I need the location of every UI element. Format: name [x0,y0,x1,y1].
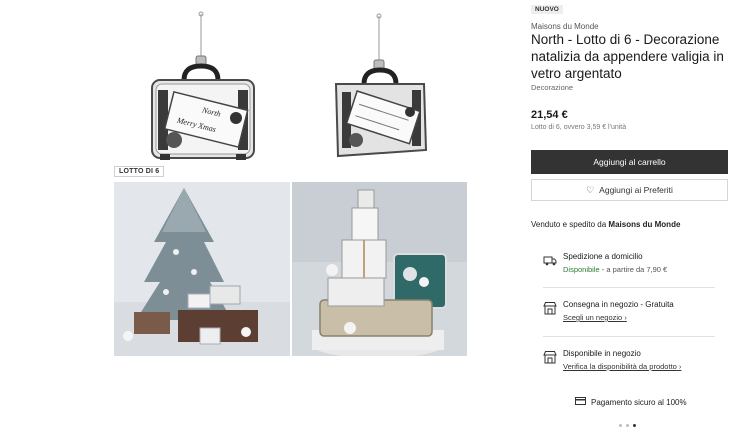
unit-price: Lotto di 6, ovvero 3,59 € l'unità [531,124,627,131]
chevron-right-icon: › [678,362,682,371]
seller-prefix: Venduto e spedito da [531,220,609,229]
truck-icon [543,253,557,267]
new-badge: NUOVO [531,5,563,14]
store-icon [543,301,557,315]
store-icon [543,350,557,364]
card-icon [575,397,586,407]
carousel-dot[interactable] [619,424,622,427]
divider [543,287,715,288]
store-delivery-title: Consegna in negozio - Gratuita [563,300,674,309]
lot-badge: LOTTO DI 6 [114,166,165,177]
check-availability-label: Verifica la disponibilità da prodotto [563,362,677,371]
product-gallery: North Merry Xmas LOTTO DI 6 [0,0,520,438]
secure-payment: Pagamento sicuro al 100% [575,397,687,407]
home-delivery-detail: Disponibile - a partire da 7,90 € [563,265,667,274]
choose-store-label: Scegli un negozio [563,313,623,322]
seller-name: Maisons du Monde [608,220,681,229]
add-to-cart-button[interactable]: Aggiungi al carrello [531,150,728,174]
product-price: 21,54 € [531,109,568,121]
product-category[interactable]: Decorazione [531,83,573,92]
chevron-right-icon: › [624,313,627,322]
availability-status: Disponibile [563,265,600,274]
in-store-title: Disponibile in negozio [563,349,641,358]
home-delivery-title: Spedizione a domicilio [563,252,643,261]
product-title: North - Lotto di 6 - Decorazione nataliz… [531,32,724,81]
seller-info: Venduto e spedito da Maisons du Monde [531,220,680,229]
suitcase-ornament-angle [334,13,428,158]
add-to-favorites-label: Aggiungi ai Preferiti [599,185,673,195]
secure-payment-label: Pagamento sicuro al 100% [591,397,687,407]
product-image-front[interactable]: North Merry Xmas [112,0,290,165]
carousel-dots [619,424,636,427]
product-image-suitcase-scene[interactable] [292,182,467,356]
christmas-tree-scene [114,182,290,356]
carousel-dot-active[interactable] [633,424,636,427]
carousel-dot[interactable] [626,424,629,427]
brand-link[interactable]: Maisons du Monde [531,22,599,31]
heart-icon: ♡ [586,184,595,195]
suitcase-ornament-front: North Merry Xmas [151,11,255,160]
divider [543,336,715,337]
product-image-tree-scene[interactable] [114,182,290,356]
product-info-panel: NUOVO Maisons du Monde North - Lotto di … [531,0,731,438]
product-image-angle[interactable] [292,0,467,165]
check-availability-link[interactable]: Verifica la disponibilità da prodotto › [563,362,681,371]
choose-store-link[interactable]: Scegli un negozio › [563,313,627,322]
add-to-favorites-button[interactable]: ♡ Aggiungi ai Preferiti [531,179,728,201]
delivery-price: - a partire da 7,90 € [599,265,668,274]
suitcase-gifts-scene [292,182,467,356]
